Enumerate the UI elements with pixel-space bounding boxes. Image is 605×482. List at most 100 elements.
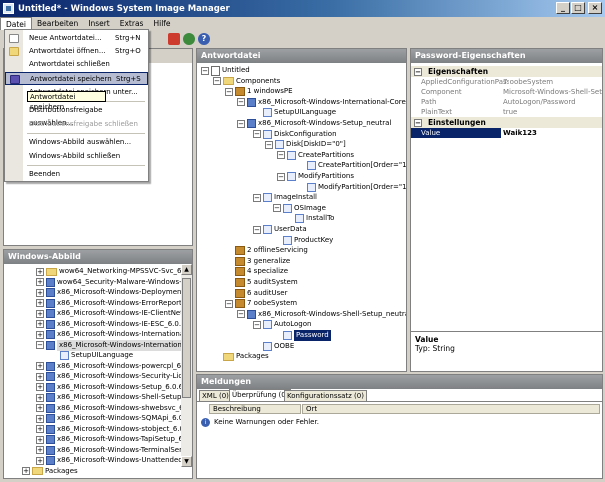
collapse-icon[interactable]: − (253, 130, 261, 139)
tree-item[interactable]: + x86_Microsoft-Windows-International-Cor… (36, 329, 182, 340)
menu-hilfe[interactable]: Hilfe (148, 17, 175, 30)
expand-icon[interactable]: + (22, 467, 30, 475)
tree-item[interactable]: + x86_Microsoft-Windows-TapiSetup_6.0.6 (36, 434, 182, 445)
prop-row[interactable]: Path AutoLogon/Password (411, 97, 602, 107)
prop-row[interactable]: PlainText true (411, 107, 602, 117)
tree-item[interactable]: + x86_Microsoft-Windows-Setup_6.0.6001. (36, 382, 182, 393)
expand-icon[interactable]: + (36, 299, 44, 307)
collapse-icon[interactable]: − (225, 299, 233, 308)
tab-configuration-set[interactable]: Konfigurationssatz (0) (284, 390, 367, 401)
tree-item[interactable]: ModifyPartition[Order="1"] (297, 182, 406, 193)
tree-item[interactable]: + x86_Microsoft-Windows-SQMApi_6.0.600 (36, 413, 182, 424)
tree-item-packages[interactable]: + Packages (22, 466, 78, 477)
expand-icon[interactable]: + (36, 393, 44, 402)
tree-item[interactable]: + wow64_Networking-MPSSVC-Svc_6.0.60 (36, 266, 182, 277)
tree-item[interactable]: + x86_Microsoft-Windows-powercpl_6.0.60 (36, 361, 182, 372)
tree-item[interactable]: + x86_Microsoft-Windows-Shell-Setup_6.0.6 (36, 392, 182, 403)
tree-item[interactable]: − UserData (253, 224, 307, 235)
expand-icon[interactable]: + (36, 288, 44, 297)
tree-item[interactable]: InstallTo (285, 213, 334, 224)
tree-item[interactable]: + x86_Microsoft-Windows-Security-Licensin (36, 371, 182, 382)
tree-item[interactable]: CreatePartition[Order="1"] (297, 160, 406, 171)
menu-exit[interactable]: Beenden (5, 168, 148, 181)
minimize-button[interactable]: _ (556, 2, 570, 14)
tree-item[interactable]: + x86_Microsoft-Windows-TerminalServices (36, 445, 182, 456)
collapse-icon[interactable]: − (277, 151, 285, 160)
menu-select-windows-image[interactable]: Windows-Abbild auswählen... (5, 136, 148, 149)
tree-item[interactable]: − OSImage (273, 203, 326, 214)
collapse-icon[interactable]: − (273, 204, 281, 213)
expand-icon[interactable]: + (36, 383, 44, 391)
window-titlebar[interactable]: Untitled* - Windows System Image Manager… (0, 0, 605, 17)
prop-category-properties[interactable]: − Eigenschaften (411, 66, 602, 77)
collapse-icon[interactable]: − (414, 68, 422, 76)
refresh-icon[interactable] (183, 32, 195, 45)
close-button[interactable]: × (588, 2, 602, 14)
expand-icon[interactable]: + (36, 425, 44, 433)
expand-icon[interactable]: + (36, 456, 44, 465)
collapse-icon[interactable]: − (237, 119, 245, 128)
expand-icon[interactable]: + (36, 278, 44, 286)
tree-item[interactable]: + x86_Microsoft-Windows-ErrorReportingCo (36, 298, 182, 309)
column-location[interactable]: Ort (302, 404, 600, 414)
collapse-icon[interactable]: − (237, 98, 245, 107)
tree-item[interactable]: − 1 windowsPE (225, 86, 293, 97)
windows-image-scrollbar[interactable]: ▲ ▼ (181, 264, 192, 467)
tree-item[interactable]: − Untitled (201, 65, 250, 76)
expand-icon[interactable]: + (36, 309, 44, 318)
tree-item[interactable]: − x86_Microsoft-Windows-International-Cor… (36, 339, 182, 351)
tree-item[interactable]: OOBE (253, 341, 294, 352)
tree-item[interactable]: − Disk[DiskID="0"] (265, 139, 346, 150)
menu-new-answer-file[interactable]: Neue Antwortdatei... Strg+N (5, 32, 148, 45)
tree-item[interactable]: SetupUILanguage (253, 107, 336, 118)
menu-close-answer-file[interactable]: Antwortdatei schließen (5, 58, 148, 71)
tree-item[interactable]: + x86_Microsoft-Windows-shwebsvc_6.0.60 (36, 403, 182, 414)
scroll-thumb[interactable] (182, 278, 191, 398)
tree-item[interactable]: 2 offlineServicing (225, 245, 308, 256)
menu-close-windows-image[interactable]: Windows-Abbild schließen (5, 150, 148, 163)
help-icon[interactable]: ? (198, 32, 210, 45)
collapse-icon[interactable]: − (225, 87, 233, 96)
menu-save-answer-file[interactable]: Antwortdatei speichern Strg+S (5, 72, 148, 85)
tree-item[interactable]: − x86_Microsoft-Windows-International-Cor… (237, 97, 406, 108)
expand-icon[interactable]: + (36, 330, 44, 339)
prop-category-settings[interactable]: − Einstellungen (411, 117, 602, 128)
prop-row[interactable]: AppliedConfigurationPass 7 oobeSystem (411, 77, 602, 87)
prop-value-row[interactable]: Value Waik123 (411, 128, 602, 138)
collapse-icon[interactable]: − (414, 119, 422, 127)
collapse-icon[interactable]: − (201, 66, 209, 75)
expand-icon[interactable]: + (36, 320, 44, 328)
password-value-input[interactable]: Waik123 (501, 128, 602, 138)
tree-item[interactable]: − 7 oobeSystem (225, 298, 297, 309)
tree-item[interactable]: + x86_Microsoft-Windows-Deployment_6.0 (36, 287, 182, 298)
collapse-icon[interactable]: − (213, 77, 221, 86)
windows-image-tree[interactable]: + wow64_Networking-MPSSVC-Svc_6.0.60 + wow6… (4, 264, 182, 478)
expand-icon[interactable]: + (36, 267, 44, 276)
tree-item[interactable]: 3 generalize (225, 256, 290, 267)
tree-item[interactable]: Password (273, 330, 331, 341)
expand-icon[interactable]: + (36, 372, 44, 381)
tree-item[interactable]: SetupUILanguage (60, 350, 133, 361)
scroll-up-button[interactable]: ▲ (181, 264, 192, 275)
expand-icon[interactable]: + (36, 435, 44, 444)
tree-item[interactable]: + x86_Microsoft-Windows-IE-ClientNetwork (36, 308, 182, 319)
expand-icon[interactable]: + (36, 362, 44, 370)
prop-row[interactable]: Component Microsoft-Windows-Shell-Setup (411, 87, 602, 97)
collapse-icon[interactable]: − (253, 193, 261, 202)
tab-validation[interactable]: Überprüfung (0) (229, 389, 292, 401)
tree-item[interactable]: + wow64_Security-Malware-Windows-Defe (36, 277, 182, 288)
tree-item[interactable]: 6 auditUser (225, 288, 288, 299)
tree-item[interactable]: − ModifyPartitions (277, 171, 354, 182)
collapse-icon[interactable]: − (253, 320, 261, 329)
answer-file-tree[interactable]: − Untitled − Components −1 windowsPE − x86_Mic… (197, 63, 406, 371)
scroll-down-button[interactable]: ▼ (181, 456, 192, 467)
column-description[interactable]: Beschreibung (209, 404, 301, 414)
tree-item[interactable]: ProductKey (273, 235, 333, 246)
tree-item[interactable]: Packages (213, 351, 269, 362)
collapse-icon[interactable]: − (237, 310, 245, 319)
maximize-button[interactable]: □ (571, 2, 585, 14)
tree-item[interactable]: − ImageInstall (253, 192, 317, 203)
collapse-icon[interactable]: − (36, 341, 44, 349)
tree-item[interactable]: 5 auditSystem (225, 277, 298, 288)
list-item[interactable]: i Keine Warnungen oder Fehler. (201, 417, 319, 427)
